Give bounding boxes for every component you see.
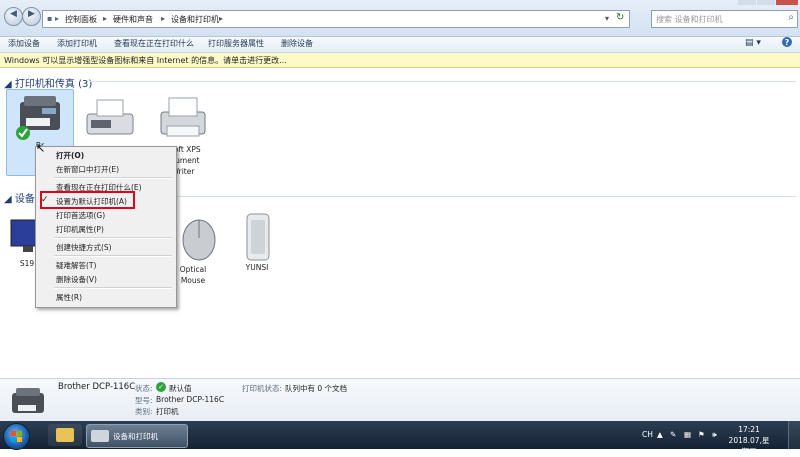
printer-icon	[91, 430, 109, 442]
breadcrumb-hardware-sound[interactable]: 硬件和声音	[113, 14, 153, 25]
external-drive-icon	[229, 212, 285, 262]
menu-item-printer-properties[interactable]: 打印机属性(P)	[56, 224, 104, 235]
breadcrumb-devices-printers[interactable]: 设备和打印机	[171, 14, 219, 25]
help-icon[interactable]: ?	[782, 37, 792, 47]
refresh-icon[interactable]: ↻	[616, 12, 624, 23]
menu-item-open-new-window[interactable]: 在新窗口中打开(E)	[56, 164, 119, 175]
details-pane: Brother DCP-116C 状态: ✓ 默认值 型号: Brother D…	[0, 378, 800, 421]
language-indicator[interactable]: CH	[642, 430, 653, 439]
menu-separator	[54, 237, 172, 239]
maximize-button[interactable]	[757, 0, 775, 5]
title-bar: ◀ ▶ ▪ ▸ 控制面板 ▸ 硬件和声音 ▸ 设备和打印机 ▸ ▾ ↻ 搜索 设…	[0, 0, 800, 37]
back-arrow-icon: ◀	[10, 9, 17, 19]
details-printer-status-label: 打印机状态:	[242, 384, 283, 393]
print-server-properties-button[interactable]: 打印服务器属性	[208, 38, 264, 49]
device-label: YUNSI	[245, 263, 269, 272]
menu-item-print-preferences[interactable]: 打印首选项(G)	[56, 210, 105, 221]
multifunction-printer-icon	[12, 90, 68, 140]
close-button[interactable]	[776, 0, 798, 5]
forward-button[interactable]: ▶	[22, 7, 41, 26]
menu-item-create-shortcut[interactable]: 创建快捷方式(S)	[56, 242, 112, 253]
volume-icon[interactable]: 🕪	[712, 430, 717, 440]
menu-item-troubleshoot[interactable]: 疑难解答(T)	[56, 260, 96, 271]
folder-icon	[56, 428, 74, 442]
menu-item-remove-device[interactable]: 删除设备(V)	[56, 274, 97, 285]
add-printer-button[interactable]: 添加打印机	[57, 38, 97, 49]
menu-separator	[54, 287, 172, 289]
search-input[interactable]: 搜索 设备和打印机	[656, 14, 723, 25]
details-status-label: 状态:	[135, 384, 153, 393]
command-bar: 添加设备 添加打印机 查看现在正在打印什么 打印服务器属性 删除设备 ▤ ▾ ?	[0, 37, 800, 53]
details-status-value: 默认值	[169, 384, 192, 393]
menu-separator	[54, 255, 172, 257]
printers-group-header[interactable]: ◢ 打印机和传真 (3)	[4, 75, 92, 90]
taskbar-window-title: 设备和打印机	[113, 432, 158, 441]
folder-icon: ▪ ▸	[47, 14, 59, 23]
devices-group-header[interactable]: ◢ 设备	[4, 190, 35, 205]
context-menu: 打开(O) 在新窗口中打开(E) 查看现在正在打印什么(E) ✓ 设置为默认打印…	[35, 146, 177, 308]
clock-time: 17:21	[738, 425, 760, 434]
info-bar-text[interactable]: Windows 可以显示增强型设备图标和来自 Internet 的信息。请单击进…	[4, 55, 287, 66]
selected-printer-icon	[8, 385, 48, 419]
address-dropdown-icon[interactable]: ▾	[605, 14, 609, 23]
tray-expand-icon[interactable]: ▲	[657, 430, 663, 439]
info-bar[interactable]: Windows 可以显示增强型设备图标和来自 Internet 的信息。请单击进…	[0, 53, 800, 68]
minimize-button[interactable]	[738, 0, 756, 5]
windows-logo-icon	[11, 431, 22, 442]
network-icon[interactable]: ▦	[684, 430, 691, 439]
view-options-icon[interactable]: ▤ ▾	[745, 38, 761, 48]
clock[interactable]: 17:21 2018.07,星期四	[727, 424, 771, 457]
fax-icon	[83, 94, 139, 144]
device-yunsi[interactable]: YUNSI	[224, 212, 290, 273]
remove-device-button[interactable]: 删除设备	[281, 38, 313, 49]
details-model-value: Brother DCP-116C	[156, 395, 225, 404]
forward-arrow-icon: ▶	[28, 9, 35, 19]
clock-date: 2018.07,星期四	[728, 436, 770, 456]
add-device-button[interactable]: 添加设备	[8, 38, 40, 49]
collapse-icon[interactable]: ◢	[4, 194, 12, 205]
highlight-annotation-box	[40, 191, 135, 209]
details-device-name: Brother DCP-116C	[58, 382, 136, 392]
back-button[interactable]: ◀	[4, 7, 23, 26]
default-check-icon: ✓	[156, 382, 166, 392]
group-divider	[175, 196, 796, 197]
details-model-label: 型号:	[135, 396, 153, 405]
printer-fax[interactable]	[78, 94, 144, 144]
start-button[interactable]	[3, 423, 30, 450]
mouse-cursor-icon: ↖	[36, 142, 46, 155]
breadcrumb-control-panel[interactable]: 控制面板	[65, 14, 97, 25]
breadcrumb-separator-icon: ▸	[219, 14, 224, 23]
printer-icon	[155, 94, 211, 144]
details-category-label: 类别:	[135, 407, 153, 416]
action-center-icon[interactable]: ⚑	[698, 430, 705, 439]
devices-group-title: 设备	[14, 194, 35, 205]
tray-app-icon[interactable]: ✎	[670, 430, 676, 439]
taskbar-explorer-button[interactable]	[48, 424, 82, 446]
menu-item-properties[interactable]: 属性(R)	[56, 292, 82, 303]
group-divider	[90, 81, 796, 82]
menu-item-open[interactable]: 打开(O)	[56, 150, 84, 161]
address-bar[interactable]: ▪ ▸ 控制面板 ▸ 硬件和声音 ▸ 设备和打印机 ▸ ▾ ↻	[42, 10, 630, 28]
breadcrumb-separator-icon: ▸	[103, 14, 108, 23]
taskbar-devices-printers-button[interactable]: 设备和打印机	[86, 424, 188, 448]
search-box[interactable]: 搜索 设备和打印机 ⌕	[651, 10, 798, 28]
breadcrumb-separator-icon: ▸	[161, 14, 166, 23]
details-category-value: 打印机	[156, 407, 179, 416]
search-icon[interactable]: ⌕	[788, 12, 794, 23]
show-desktop-button[interactable]	[788, 421, 800, 449]
menu-separator	[54, 177, 172, 179]
details-printer-status-value: 队列中有 0 个文档	[285, 384, 348, 393]
see-printing-button[interactable]: 查看现在正在打印什么	[114, 38, 194, 49]
